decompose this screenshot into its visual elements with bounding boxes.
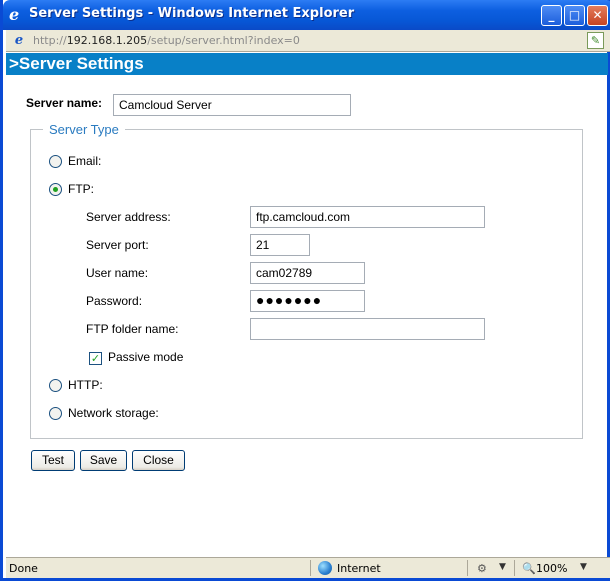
- close-window-button[interactable]: ✕: [587, 5, 608, 26]
- browser-window: e Server Settings - Windows Internet Exp…: [0, 0, 610, 581]
- test-button[interactable]: Test: [31, 450, 75, 471]
- ftp-label: FTP:: [68, 182, 94, 196]
- status-text: Done: [9, 562, 38, 575]
- close-button[interactable]: Close: [132, 450, 185, 471]
- server-type-legend: Server Type: [43, 122, 125, 137]
- server-port-input[interactable]: 21: [250, 234, 310, 256]
- status-bar: Done Internet ⚙ ▼ 🔍 100% ▼: [6, 557, 610, 578]
- passive-mode-checkbox[interactable]: ✓: [89, 352, 102, 365]
- ie-icon: e: [9, 5, 20, 24]
- zoom-level[interactable]: 100%: [536, 562, 567, 575]
- page-header: >Server Settings: [6, 53, 608, 75]
- email-radio[interactable]: [49, 155, 62, 168]
- network-storage-radio[interactable]: [49, 407, 62, 420]
- server-name-label: Server name:: [26, 96, 103, 110]
- http-label: HTTP:: [68, 378, 103, 392]
- protected-mode-icon[interactable]: ⚙: [477, 562, 487, 575]
- ie-page-icon: e: [14, 33, 24, 48]
- password-input[interactable]: ●●●●●●●: [250, 290, 365, 312]
- server-address-label: Server address:: [86, 210, 171, 224]
- title-bar: e Server Settings - Windows Internet Exp…: [3, 0, 610, 30]
- passive-mode-label: Passive mode: [108, 350, 184, 364]
- zoom-icon[interactable]: 🔍: [522, 562, 536, 575]
- http-radio[interactable]: [49, 379, 62, 392]
- zoom-dropdown-icon[interactable]: ▼: [580, 562, 587, 572]
- password-label: Password:: [86, 294, 143, 308]
- maximize-button[interactable]: □: [564, 5, 585, 26]
- ftp-radio[interactable]: [49, 183, 62, 196]
- address-bar[interactable]: e http://192.168.1.205/setup/server.html…: [6, 30, 610, 52]
- user-name-label: User name:: [86, 266, 149, 280]
- ftp-folder-label: FTP folder name:: [86, 322, 179, 336]
- ftp-folder-input[interactable]: [250, 318, 485, 340]
- server-type-fieldset: [30, 129, 583, 439]
- save-button[interactable]: Save: [80, 450, 127, 471]
- page-icon[interactable]: ✎: [587, 32, 604, 49]
- address-url[interactable]: http://192.168.1.205/setup/server.html?i…: [33, 34, 300, 47]
- user-name-input[interactable]: cam02789: [250, 262, 365, 284]
- window-title: Server Settings - Windows Internet Explo…: [29, 6, 355, 21]
- network-storage-label: Network storage:: [68, 406, 159, 420]
- checkmark-icon: ✓: [90, 352, 101, 365]
- email-label: Email:: [68, 154, 102, 168]
- globe-icon: [318, 561, 332, 575]
- server-address-input[interactable]: ftp.camcloud.com: [250, 206, 485, 228]
- zone-label: Internet: [337, 562, 381, 575]
- minimize-button[interactable]: _: [541, 5, 562, 26]
- chevron-down-icon[interactable]: ▼: [499, 562, 506, 572]
- server-port-label: Server port:: [86, 238, 149, 252]
- server-name-input[interactable]: Camcloud Server: [113, 94, 351, 116]
